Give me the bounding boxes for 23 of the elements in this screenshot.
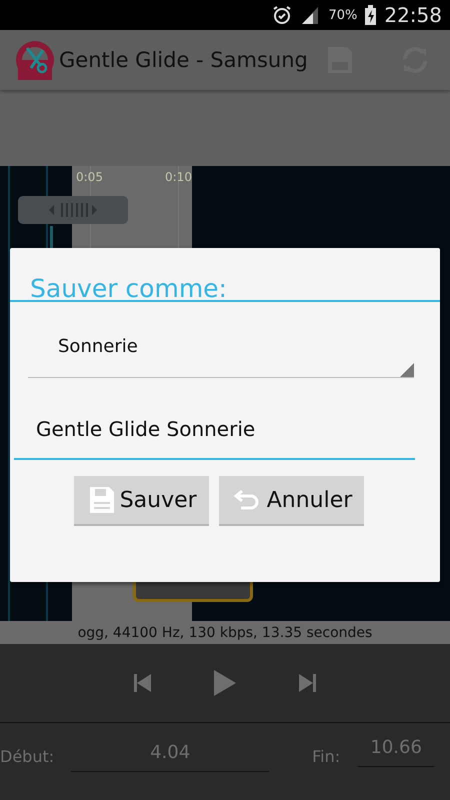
file-info: ogg, 44100 Hz, 130 kbps, 13.35 secondes <box>0 621 450 644</box>
signal-icon <box>300 5 320 25</box>
time-tick: 0:10 <box>165 170 192 184</box>
dialog-title: Sauver comme: <box>10 248 440 302</box>
app-logo-icon <box>15 40 55 80</box>
app-title: Gentle Glide - Samsung <box>59 48 309 72</box>
play-icon[interactable] <box>214 670 236 696</box>
start-handle[interactable] <box>18 196 128 224</box>
battery-charging-icon <box>365 5 376 25</box>
name-field[interactable]: Gentle Glide Sonnerie <box>14 400 415 460</box>
skip-back-icon[interactable] <box>134 674 152 692</box>
save-icon <box>88 485 116 515</box>
alarm-icon <box>272 5 292 25</box>
cancel-button[interactable]: Annuler <box>218 476 364 526</box>
start-label: Début: <box>0 747 54 766</box>
dropdown-corner-icon <box>400 363 414 377</box>
skip-forward-icon[interactable] <box>298 674 316 692</box>
save-button[interactable]: Sauver <box>74 476 209 526</box>
type-dropdown[interactable]: Sonnerie <box>28 326 414 378</box>
end-label: Fin: <box>312 747 340 766</box>
time-tick: 0:05 <box>76 170 103 184</box>
battery-percent: 70% <box>328 8 358 22</box>
clock-time: 22:58 <box>384 3 442 27</box>
